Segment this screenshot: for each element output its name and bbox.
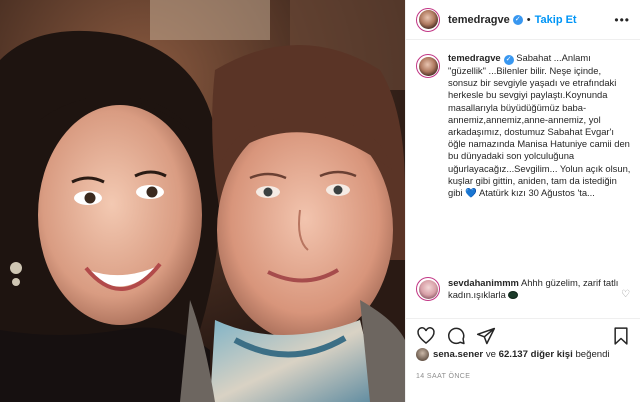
author-username[interactable]: temedragve — [448, 14, 510, 26]
comments-area[interactable]: temedragve ✓ Sabahat ...Anlamı "güzellik"… — [406, 52, 640, 310]
post-side-panel: temedragve ✓ • Takip Et ••• temedragve ✓ … — [405, 0, 640, 402]
heart-icon[interactable] — [416, 326, 436, 346]
post-photo[interactable] — [0, 0, 405, 402]
likes-count[interactable]: 62.137 diğer kişi — [499, 349, 573, 360]
action-bar — [406, 318, 640, 350]
comment-username[interactable]: sevdahanimmm — [448, 277, 519, 288]
bookmark-icon[interactable] — [611, 326, 631, 346]
caption-row: temedragve ✓ Sabahat ...Anlamı "güzellik"… — [416, 52, 631, 199]
caption-text-block: temedragve ✓ Sabahat ...Anlamı "güzellik"… — [448, 52, 631, 199]
liker-avatar[interactable] — [416, 348, 429, 361]
caption-username[interactable]: temedragve — [448, 52, 501, 63]
likes-connector: ve — [485, 349, 496, 360]
commenter-avatar[interactable] — [416, 277, 440, 301]
sunglasses-emoji-icon — [508, 291, 519, 300]
caption-avatar[interactable] — [416, 54, 440, 78]
caption-verified-badge-icon: ✓ — [503, 55, 514, 65]
follow-button[interactable]: Takip Et — [535, 14, 577, 26]
small-heart-icon[interactable]: ♡ — [621, 289, 630, 300]
caption-text: Sabahat ...Anlamı "güzellik" ...Bilenler… — [448, 52, 631, 199]
comment-bubble-icon[interactable] — [446, 326, 466, 346]
comment-text-block: sevdahanimmm Ahhh güzelim, zarif tatlı k… — [448, 277, 623, 301]
instagram-post-window: temedragve ✓ • Takip Et ••• temedragve ✓ … — [0, 0, 640, 402]
header-separator: • — [526, 13, 531, 26]
post-timestamp[interactable]: 14 SAAT ÖNCE — [416, 373, 470, 380]
author-avatar[interactable] — [416, 7, 440, 32]
likes-summary: sena.sener ve 62.137 diğer kişi beğendi — [416, 348, 610, 361]
more-dots-icon[interactable]: ••• — [614, 13, 630, 27]
selfie-image — [0, 0, 405, 402]
comment-row: sevdahanimmm Ahhh güzelim, zarif tatlı k… — [416, 277, 636, 301]
verified-badge-icon: ✓ — [512, 14, 523, 25]
likes-suffix: beğendi — [575, 349, 610, 360]
liker-username[interactable]: sena.sener — [433, 349, 483, 360]
post-header: temedragve ✓ • Takip Et — [406, 0, 640, 40]
paper-plane-icon[interactable] — [476, 326, 496, 346]
